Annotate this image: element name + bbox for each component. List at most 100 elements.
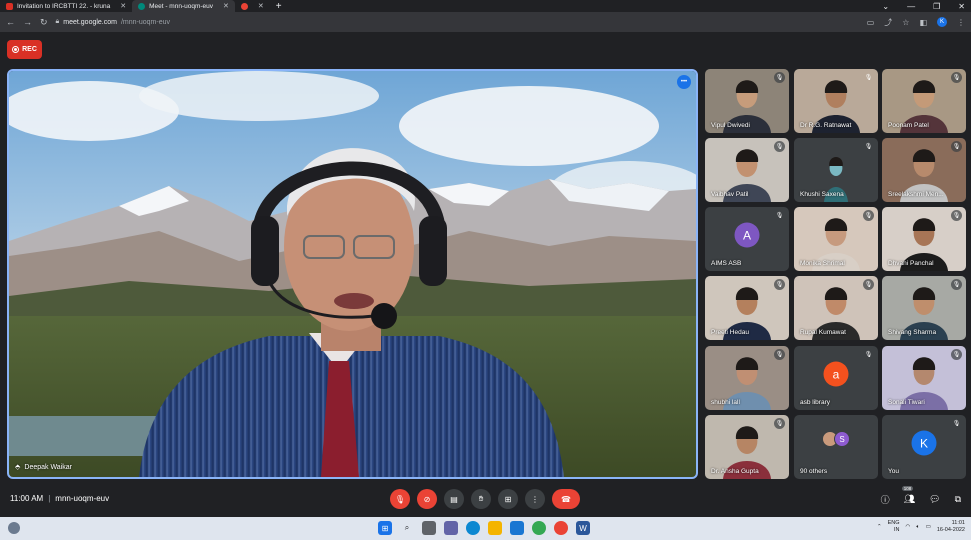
chat-app-icon[interactable]	[444, 521, 458, 535]
chevron-up-icon[interactable]: ⌃	[877, 524, 882, 530]
clock[interactable]: 11:01 16-04-2022	[937, 520, 965, 534]
reload-icon[interactable]: ↻	[40, 17, 48, 28]
participant-tile[interactable]: Rupal Kumawat 🎙︎	[794, 276, 878, 340]
tab-search-icon[interactable]: ⌄	[882, 2, 889, 11]
present-button[interactable]: ⊞	[498, 489, 518, 509]
minimize-icon[interactable]: —	[907, 2, 915, 11]
participant-name: shubhi lall	[711, 399, 740, 406]
mic-off-icon: 🎙︎	[951, 279, 962, 290]
weather-icon[interactable]	[8, 522, 20, 534]
mic-off-icon: 🎙︎	[864, 144, 873, 150]
participant-tile[interactable]: Dhvani Panchal 🎙︎	[882, 207, 966, 271]
participant-tile[interactable]: shubhi lall 🎙︎	[705, 346, 789, 410]
new-tab-button[interactable]: +	[270, 1, 288, 12]
search-icon[interactable]: ⌕	[400, 521, 414, 535]
wifi-icon[interactable]: ◠	[906, 524, 911, 530]
close-icon[interactable]: ✕	[120, 2, 126, 10]
mic-off-icon: 🎙︎	[774, 141, 785, 152]
main-speaker-tile[interactable]: ••• ⬘ Deepak Waikar	[7, 69, 698, 479]
back-icon[interactable]: ←	[6, 17, 15, 27]
profile-avatar[interactable]: K	[937, 17, 947, 27]
file-explorer-icon[interactable]	[488, 521, 502, 535]
more-options-button[interactable]: ⋮	[525, 489, 545, 509]
mic-off-icon: 🎙︎	[951, 210, 962, 221]
language-indicator[interactable]: ENG IN	[888, 520, 900, 534]
leave-call-button[interactable]: ☎︎	[552, 489, 580, 509]
share-icon[interactable]: ⤴	[884, 17, 892, 28]
forward-icon[interactable]: →	[23, 17, 32, 27]
mic-off-icon: 🎙︎	[864, 352, 873, 358]
participant-name: Dhvani Panchal	[888, 260, 934, 267]
participant-tile[interactable]: S 90 others	[794, 415, 878, 479]
participant-name: Poonam Patel	[888, 122, 929, 129]
edge-icon[interactable]	[466, 521, 480, 535]
restore-icon[interactable]: ❐	[933, 2, 940, 11]
recording-indicator[interactable]: REC	[7, 40, 42, 59]
captions-button[interactable]: ▤	[444, 489, 464, 509]
rec-label: REC	[22, 46, 37, 53]
participant-tile[interactable]: Sreelakshmi Men... 🎙︎	[882, 138, 966, 202]
participant-avatar: K	[911, 430, 937, 456]
participant-tile[interactable]: Poonam Patel 🎙︎	[882, 69, 966, 133]
participant-name: Sreelakshmi Men...	[888, 191, 944, 198]
sidepanel-icon[interactable]: ◧	[919, 18, 927, 27]
chrome-profile-icon[interactable]	[554, 521, 568, 535]
star-icon[interactable]: ☆	[902, 18, 909, 27]
participant-avatar: a	[823, 361, 849, 387]
participant-tile[interactable]: Shivang Sharma 🎙︎	[882, 276, 966, 340]
speaker-video	[9, 71, 696, 477]
chat-icon[interactable]: 💬︎	[929, 494, 940, 505]
lock-icon: 🔒︎	[55, 18, 60, 25]
activities-icon[interactable]: ⧉	[955, 494, 961, 505]
participant-tile[interactable]: Preeti Hedau 🎙︎	[705, 276, 789, 340]
tab-meet[interactable]: Meet - mnn-uoqm-euv ✕	[132, 0, 235, 12]
task-view-icon[interactable]	[422, 521, 436, 535]
battery-icon[interactable]: ▭	[926, 524, 931, 530]
more-options-icon[interactable]: •••	[677, 75, 691, 89]
side-controls: ⓘ 108 👥︎ 💬︎ ⧉	[881, 486, 961, 506]
participant-name: asb library	[800, 399, 830, 406]
participant-tile[interactable]: A AIMS ASB 🎙︎	[705, 207, 789, 271]
address-bar: ← → ↻ 🔒︎ meet.google.com/mnn-uoqm-euv ▭ …	[0, 12, 971, 32]
tab-invitation[interactable]: Invitation to IRCBTTI 22. - kruna ✕	[0, 0, 132, 12]
mic-off-icon: 🎙︎	[774, 418, 785, 429]
close-icon[interactable]: ✕	[223, 2, 229, 10]
tab-third[interactable]: ✕	[235, 0, 270, 12]
participant-tile[interactable]: K You 🎙︎	[882, 415, 966, 479]
url-field[interactable]: 🔒︎ meet.google.com/mnn-uoqm-euv	[56, 18, 170, 26]
participant-tile[interactable]: Khushi Saxena 🎙︎	[794, 138, 878, 202]
participant-tile[interactable]: Vipul Dwivedi 🎙︎	[705, 69, 789, 133]
meet-app: REC ••• ⬘ Deepak Waikar Vipul Dwivedi 🎙︎…	[0, 32, 971, 517]
participant-tile[interactable]: Sonali Tiwari 🎙︎	[882, 346, 966, 410]
close-icon[interactable]: ✕	[258, 2, 264, 10]
participant-tile[interactable]: Dr R.G. Ratnawat 🎙︎	[794, 69, 878, 133]
participant-tile[interactable]: Dr. Ansha Gupta 🎙︎	[705, 415, 789, 479]
tab-title: Invitation to IRCBTTI 22. - kruna	[17, 2, 111, 10]
participant-tile[interactable]: Monika Shrimal 🎙︎	[794, 207, 878, 271]
close-window-icon[interactable]: ✕	[958, 2, 965, 11]
volume-icon[interactable]: 🔈︎	[916, 524, 919, 531]
camera-icon[interactable]: ▭	[867, 18, 875, 27]
people-button[interactable]: 108 👥︎	[901, 486, 916, 505]
mic-off-button[interactable]: 🎙︎	[390, 489, 410, 509]
raise-hand-button[interactable]: ✋︎	[471, 489, 491, 509]
participant-tile[interactable]: a asb library 🎙︎	[794, 346, 878, 410]
chrome-icon[interactable]	[532, 521, 546, 535]
tab-title: Meet - mnn-uoqm-euv	[149, 2, 214, 10]
taskbar-apps: ⊞ ⌕ W	[378, 521, 590, 535]
participant-tile[interactable]: Vaibhav Patil 🎙︎	[705, 138, 789, 202]
lang-top: ENG	[887, 520, 900, 526]
camera-off-button[interactable]: ⊘	[417, 489, 437, 509]
meeting-code: mnn-uoqm-euv	[55, 494, 110, 503]
mic-off-icon: 🎙︎	[774, 279, 785, 290]
mic-off-icon: 🎙︎	[952, 421, 961, 427]
url-domain: meet.google.com	[63, 18, 117, 26]
people-icon: 👥︎	[903, 494, 916, 504]
word-icon[interactable]: W	[576, 521, 590, 535]
url-path: /mnn-uoqm-euv	[120, 18, 171, 26]
start-icon[interactable]: ⊞	[378, 521, 392, 535]
toolbar-right: ▭ ⤴ ☆ ◧ K ⋮	[867, 17, 965, 28]
info-icon[interactable]: ⓘ	[881, 493, 890, 506]
menu-icon[interactable]: ⋮	[957, 18, 965, 27]
store-icon[interactable]	[510, 521, 524, 535]
